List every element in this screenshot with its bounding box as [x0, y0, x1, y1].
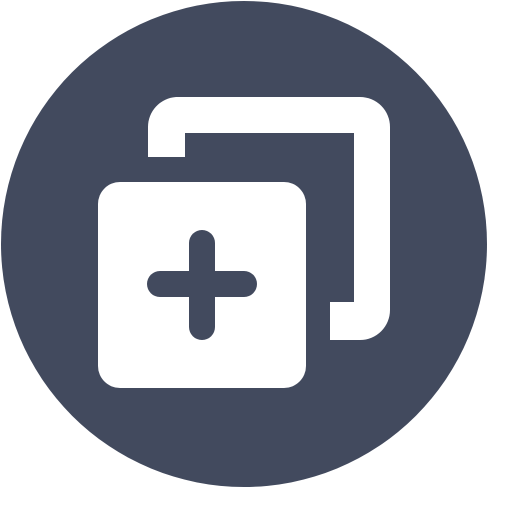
add-copy-icon[interactable] — [0, 0, 512, 512]
plus-vertical-bar — [189, 230, 215, 340]
add-copy-icon-graphic — [1, 1, 487, 487]
